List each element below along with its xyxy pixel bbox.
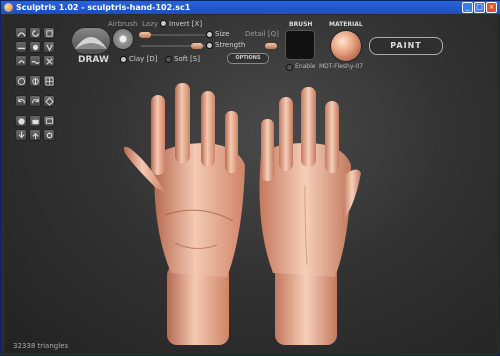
left-hand-mesh[interactable] bbox=[123, 83, 245, 345]
hand-model[interactable] bbox=[5, 15, 497, 353]
sculptris-app-icon bbox=[4, 3, 13, 12]
title-bar[interactable]: Sculptris 1.02 - sculptris-hand-102.sc1 … bbox=[1, 1, 500, 14]
close-button[interactable]: × bbox=[486, 2, 497, 13]
right-hand-mesh[interactable] bbox=[259, 87, 362, 345]
triangle-count: 32338 triangles bbox=[13, 342, 69, 350]
minimize-button[interactable]: _ bbox=[462, 2, 473, 13]
window-title: Sculptris 1.02 - sculptris-hand-102.sc1 bbox=[16, 3, 191, 12]
maximize-button[interactable]: □ bbox=[474, 2, 485, 13]
app-window: Sculptris 1.02 - sculptris-hand-102.sc1 … bbox=[0, 0, 500, 356]
viewport[interactable]: DRAW Airbrush Lazy Invert [X] Size Stren… bbox=[5, 15, 497, 353]
